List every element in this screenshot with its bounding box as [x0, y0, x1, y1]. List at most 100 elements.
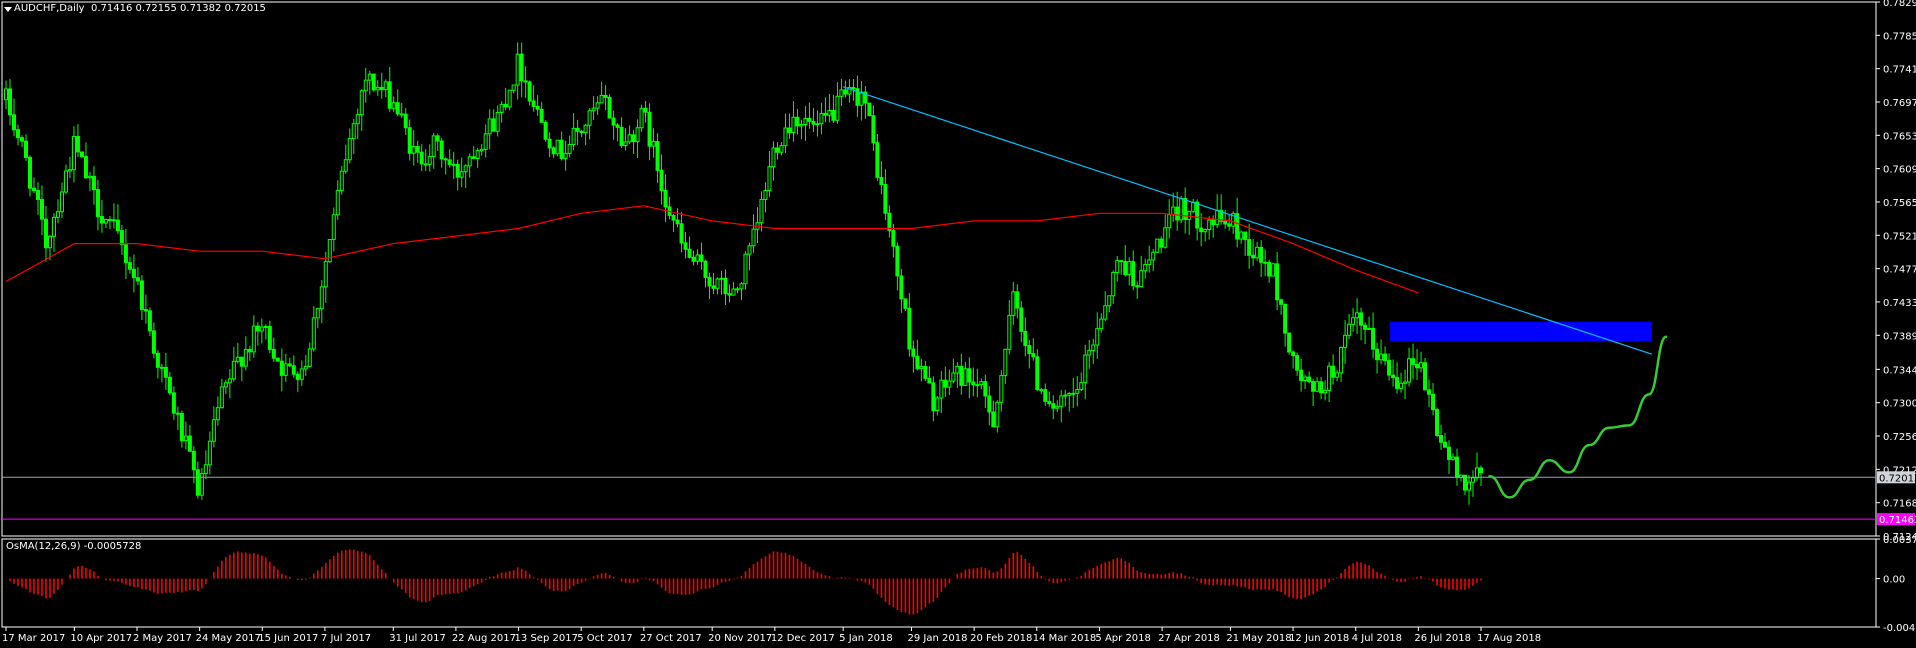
- candle-body: [263, 326, 268, 329]
- candle-body: [223, 382, 228, 388]
- time-tick-label: 12 Dec 2017: [771, 633, 835, 644]
- candle-body: [927, 377, 932, 384]
- candle-body: [531, 100, 536, 107]
- candle-body: [631, 134, 636, 143]
- candle-body: [1119, 260, 1124, 263]
- candle-body: [283, 363, 288, 376]
- candle-body: [1467, 481, 1472, 491]
- candle-body: [743, 253, 748, 285]
- candle-body: [119, 230, 124, 246]
- projection-path[interactable]: [1488, 335, 1668, 499]
- time-tick-label: 13 Sep 2017: [515, 633, 578, 644]
- time-tick-label: 5 Oct 2017: [577, 633, 632, 644]
- candle-body: [1131, 261, 1136, 287]
- candle-body: [471, 156, 476, 159]
- candle-body: [1387, 360, 1392, 376]
- candle-body: [991, 411, 996, 428]
- candle-body: [291, 365, 296, 375]
- candle-body: [475, 150, 480, 159]
- candle-body: [639, 107, 644, 129]
- candle-body: [599, 94, 604, 104]
- candle-body: [975, 384, 980, 387]
- candle-body: [719, 277, 724, 280]
- candle-body: [71, 135, 76, 171]
- candle-body: [127, 262, 132, 270]
- candle-body: [903, 298, 908, 309]
- candle-body: [1203, 229, 1208, 233]
- price-tick-label: 0.76090: [1883, 165, 1916, 176]
- candle-body: [135, 277, 140, 282]
- candle-body: [559, 139, 564, 159]
- candle-body: [1367, 327, 1372, 330]
- candle-body: [1287, 332, 1292, 353]
- candle-body: [391, 102, 396, 109]
- candle-body: [1243, 231, 1248, 241]
- candle-body: [123, 244, 128, 264]
- price-tick-label: 0.76530: [1883, 131, 1916, 142]
- candle-body: [1195, 201, 1200, 229]
- candle-body: [227, 378, 232, 384]
- candle-body: [555, 139, 560, 155]
- candle-body: [799, 124, 804, 127]
- price-tick-label: 0.76970: [1883, 98, 1916, 109]
- candle-body: [951, 372, 956, 382]
- candle-body: [1143, 263, 1148, 272]
- candle-body: [63, 170, 68, 193]
- candle-body: [607, 96, 612, 119]
- candle-body: [823, 112, 828, 116]
- candle-body: [195, 469, 200, 496]
- candle-body: [1439, 435, 1444, 443]
- candle-body: [523, 80, 528, 83]
- candle-body: [935, 397, 940, 412]
- candle-body: [1255, 246, 1260, 259]
- candle-body: [1251, 254, 1256, 259]
- candle-body: [1139, 270, 1144, 288]
- candle-body: [663, 189, 668, 208]
- candle-body: [683, 242, 688, 250]
- price-chart-svg[interactable]: 0.78290 0.77850 0.77410 0.76970 0.76530 0.760…: [0, 0, 1916, 648]
- candle-body: [1411, 358, 1416, 365]
- candle-body: [567, 144, 572, 154]
- time-tick-label: 20 Feb 2018: [970, 633, 1032, 644]
- descending-trendline[interactable]: [842, 86, 1653, 355]
- candle-body: [1167, 214, 1172, 229]
- candle-body: [1091, 344, 1096, 351]
- time-tick-label: 20 Nov 2017: [708, 633, 772, 644]
- time-tick-label: 24 May 2017: [196, 633, 261, 644]
- candle-body: [575, 127, 580, 132]
- candle-body: [1103, 305, 1108, 320]
- candle-body: [167, 376, 172, 394]
- candle-body: [867, 102, 872, 117]
- candle-body: [499, 103, 504, 113]
- candle-body: [219, 386, 224, 409]
- price-tick-label: 0.73890: [1883, 331, 1916, 342]
- candle-body: [775, 147, 780, 153]
- candle-body: [375, 86, 380, 91]
- candle-body: [267, 326, 272, 350]
- resistance-zone[interactable]: [1389, 321, 1652, 342]
- candle-body: [647, 111, 652, 147]
- candle-body: [767, 166, 772, 192]
- candle-body: [1135, 285, 1140, 288]
- price-tick-label: 0.74330: [1883, 298, 1916, 309]
- candle-body: [1271, 263, 1276, 277]
- candle-body: [1035, 356, 1040, 391]
- candle-body: [543, 121, 548, 140]
- time-tick-label: 27 Oct 2017: [640, 633, 702, 644]
- candle-body: [715, 278, 720, 289]
- candle-body: [1115, 260, 1120, 274]
- candle-body: [1155, 238, 1160, 253]
- candle-body: [39, 199, 44, 220]
- candle-body: [1067, 392, 1072, 396]
- candle-body: [443, 158, 448, 161]
- time-tick-label: 22 Aug 2017: [452, 633, 516, 644]
- candle-body: [343, 159, 348, 172]
- candle-body: [271, 348, 276, 359]
- candle-body: [303, 365, 308, 370]
- candle-body: [1031, 353, 1036, 358]
- candle-body: [1011, 291, 1016, 316]
- candle-body: [411, 146, 416, 154]
- candle-body: [1307, 376, 1312, 383]
- candle-body: [1123, 260, 1128, 276]
- candle-body: [163, 366, 168, 378]
